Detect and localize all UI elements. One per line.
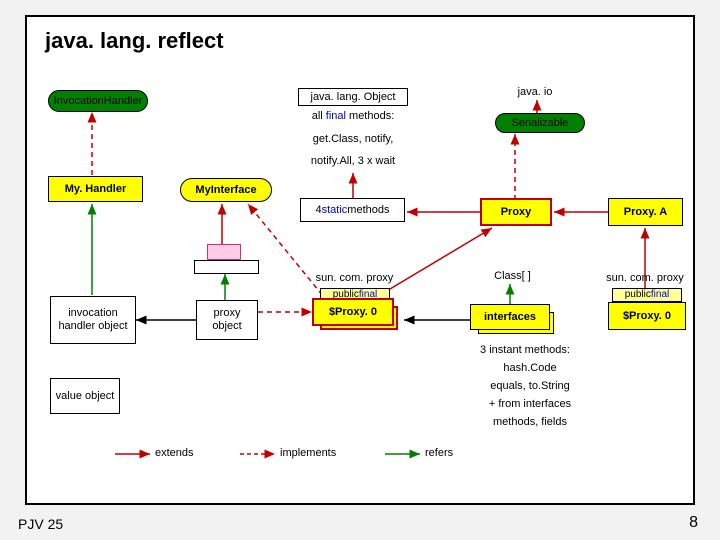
node-value-obj: value object bbox=[50, 378, 120, 414]
node-proxya: Proxy. A bbox=[608, 198, 683, 226]
legend-refers: refers bbox=[425, 447, 453, 459]
label-suncom-left: sun. com. proxy bbox=[307, 272, 402, 284]
label-getclass: get.Class, notify, bbox=[298, 133, 408, 145]
node-proxy: Proxy bbox=[480, 198, 552, 226]
stub-row bbox=[194, 260, 259, 274]
legend-extends: extends bbox=[155, 447, 194, 459]
node-invocation-handler: InvocationHandler bbox=[48, 90, 148, 112]
connections bbox=[0, 0, 720, 540]
label-methodsfields: methods, fields bbox=[480, 416, 580, 428]
label-publicfinal-right: public final bbox=[612, 288, 682, 302]
node-proxy0-right: $Proxy. 0 bbox=[608, 302, 686, 330]
label-classarr: Class[ ] bbox=[485, 270, 540, 282]
node-java-lang-object: java. lang. Object bbox=[298, 88, 408, 106]
legend-implements: implements bbox=[280, 447, 336, 459]
node-myinterface: MyInterface bbox=[180, 178, 272, 202]
label-suncom-right: sun. com. proxy bbox=[600, 272, 690, 284]
label-hashcode: hash.Code bbox=[490, 362, 570, 374]
label-notifyall: notify.All, 3 x wait bbox=[298, 155, 408, 167]
label-javaio: java. io bbox=[505, 86, 565, 98]
label-frominterfaces: + from interfaces bbox=[475, 398, 585, 410]
footer-right: 8 bbox=[689, 514, 698, 532]
node-4static: 4 static methods bbox=[300, 198, 405, 222]
footer-left: PJV 25 bbox=[18, 516, 63, 532]
label-all-final: all final methods: bbox=[298, 110, 408, 122]
node-serializable: Serializable bbox=[495, 113, 585, 133]
node-proxy-obj: proxy object bbox=[196, 300, 258, 340]
node-proxy0-left: $Proxy. 0 bbox=[312, 298, 394, 326]
diagram-stage: InvocationHandler java. lang. Object all… bbox=[0, 0, 720, 540]
node-inv-handler-obj: invocation handler object bbox=[50, 296, 136, 344]
label-3instant: 3 instant methods: bbox=[470, 344, 580, 356]
node-interfaces: interfaces bbox=[470, 304, 550, 330]
stub-small bbox=[207, 244, 241, 260]
label-equals: equals, to.String bbox=[475, 380, 585, 392]
node-myhandler: My. Handler bbox=[48, 176, 143, 202]
